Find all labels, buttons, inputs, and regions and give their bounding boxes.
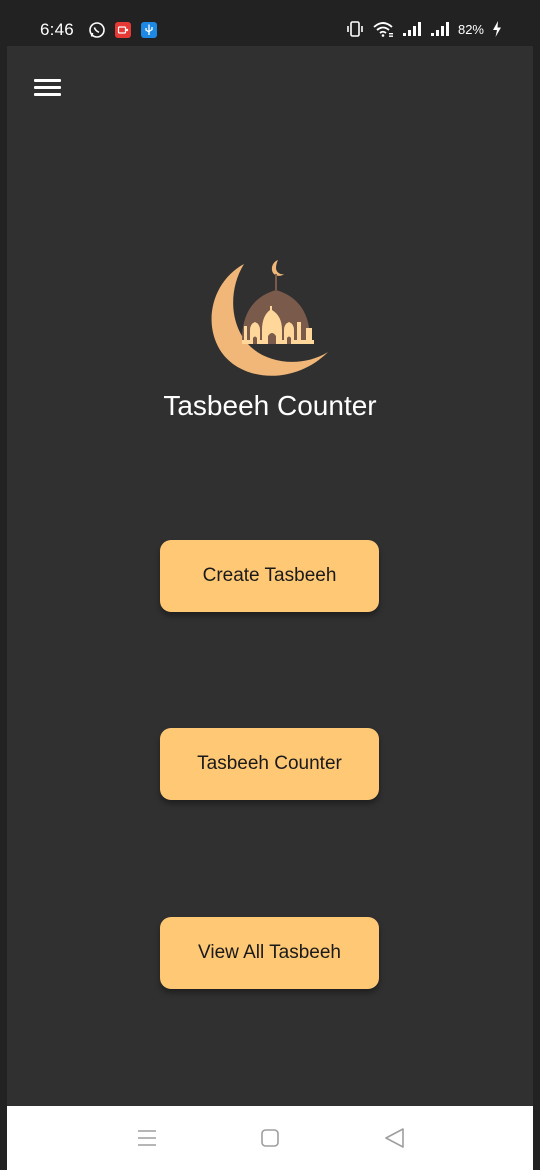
back-icon[interactable] <box>383 1126 407 1150</box>
screen-recorder-icon <box>115 22 131 38</box>
signal-icon <box>402 22 421 36</box>
status-time: 6:46 <box>40 20 74 39</box>
frame-edge-right <box>533 46 540 1170</box>
system-navigation-bar <box>7 1106 533 1170</box>
mosque-crescent-logo <box>211 260 328 376</box>
charging-icon <box>493 21 501 37</box>
hamburger-menu-icon[interactable] <box>31 72 65 102</box>
recent-apps-icon[interactable] <box>135 1126 159 1150</box>
status-bar: 6:46 82% <box>0 0 540 46</box>
status-system-icons: 82% <box>346 20 502 38</box>
signal-icon-2 <box>430 22 449 36</box>
app-title: Tasbeeh Counter <box>163 390 377 421</box>
whatsapp-icon <box>89 22 105 38</box>
frame-edge-left <box>0 46 7 1170</box>
tasbeeh-counter-button[interactable]: Tasbeeh Counter <box>160 728 379 800</box>
app-screen: Tasbeeh Counter Create Tasbeeh Tasbeeh C… <box>7 46 533 1106</box>
create-tasbeeh-button[interactable]: Create Tasbeeh <box>160 540 379 612</box>
vibrate-icon <box>347 21 363 37</box>
usb-icon <box>141 22 157 38</box>
wifi-icon <box>373 22 393 37</box>
home-icon[interactable] <box>258 1126 282 1150</box>
status-notification-icons <box>88 21 158 39</box>
battery-percentage: 82% <box>457 21 484 37</box>
view-all-tasbeeh-button[interactable]: View All Tasbeeh <box>160 917 379 989</box>
